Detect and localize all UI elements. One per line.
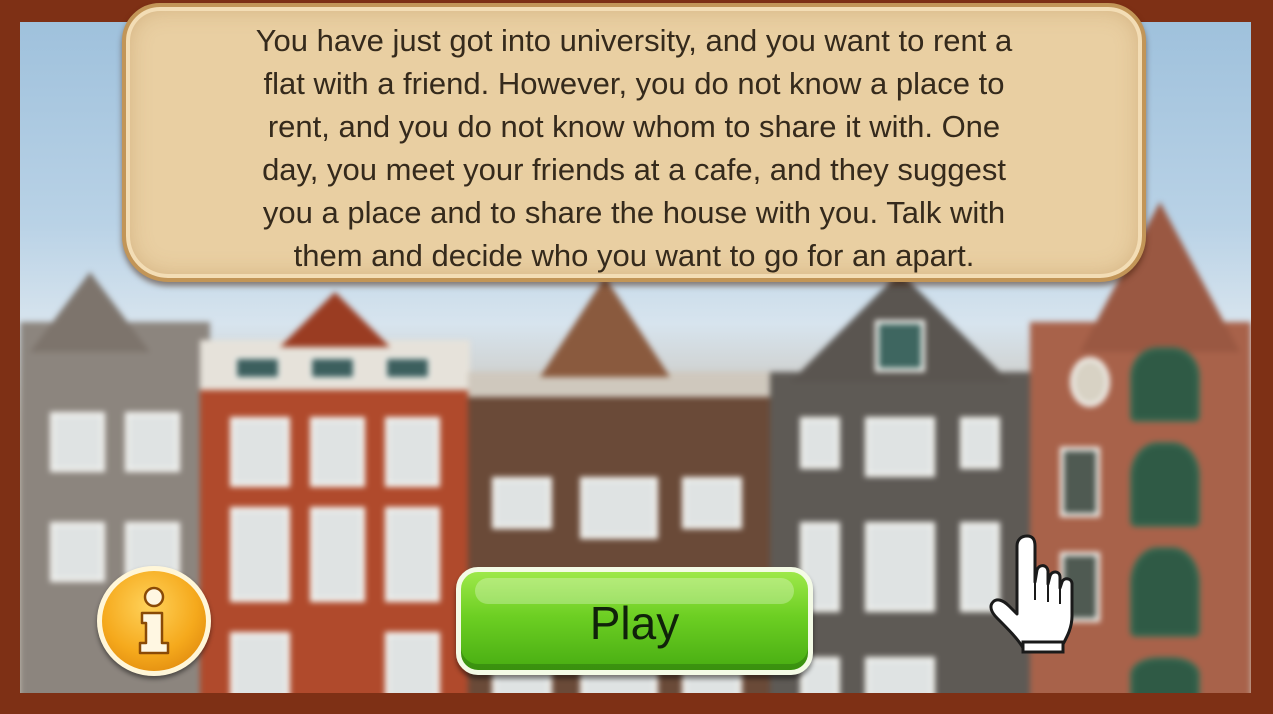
story-panel: You have just got into university, and y… [122, 3, 1146, 282]
story-line: them and decide who you want to go for a… [293, 238, 975, 273]
play-button[interactable]: Play [456, 567, 813, 675]
story-line: rent, and you do not know whom to share … [267, 109, 1001, 144]
play-button-label: Play [589, 597, 680, 649]
story-line: flat with a friend. However, you do not … [263, 66, 1005, 101]
story-line: day, you meet your friends at a cafe, an… [262, 152, 1006, 187]
story-line: you a place and to share the house with … [262, 195, 1006, 230]
info-button[interactable] [97, 566, 211, 676]
story-line: You have just got into university, and y… [255, 23, 1013, 58]
hand-pointer-icon [989, 534, 1074, 654]
info-icon [138, 586, 170, 655]
story-text: You have just got into university, and y… [156, 19, 1112, 277]
